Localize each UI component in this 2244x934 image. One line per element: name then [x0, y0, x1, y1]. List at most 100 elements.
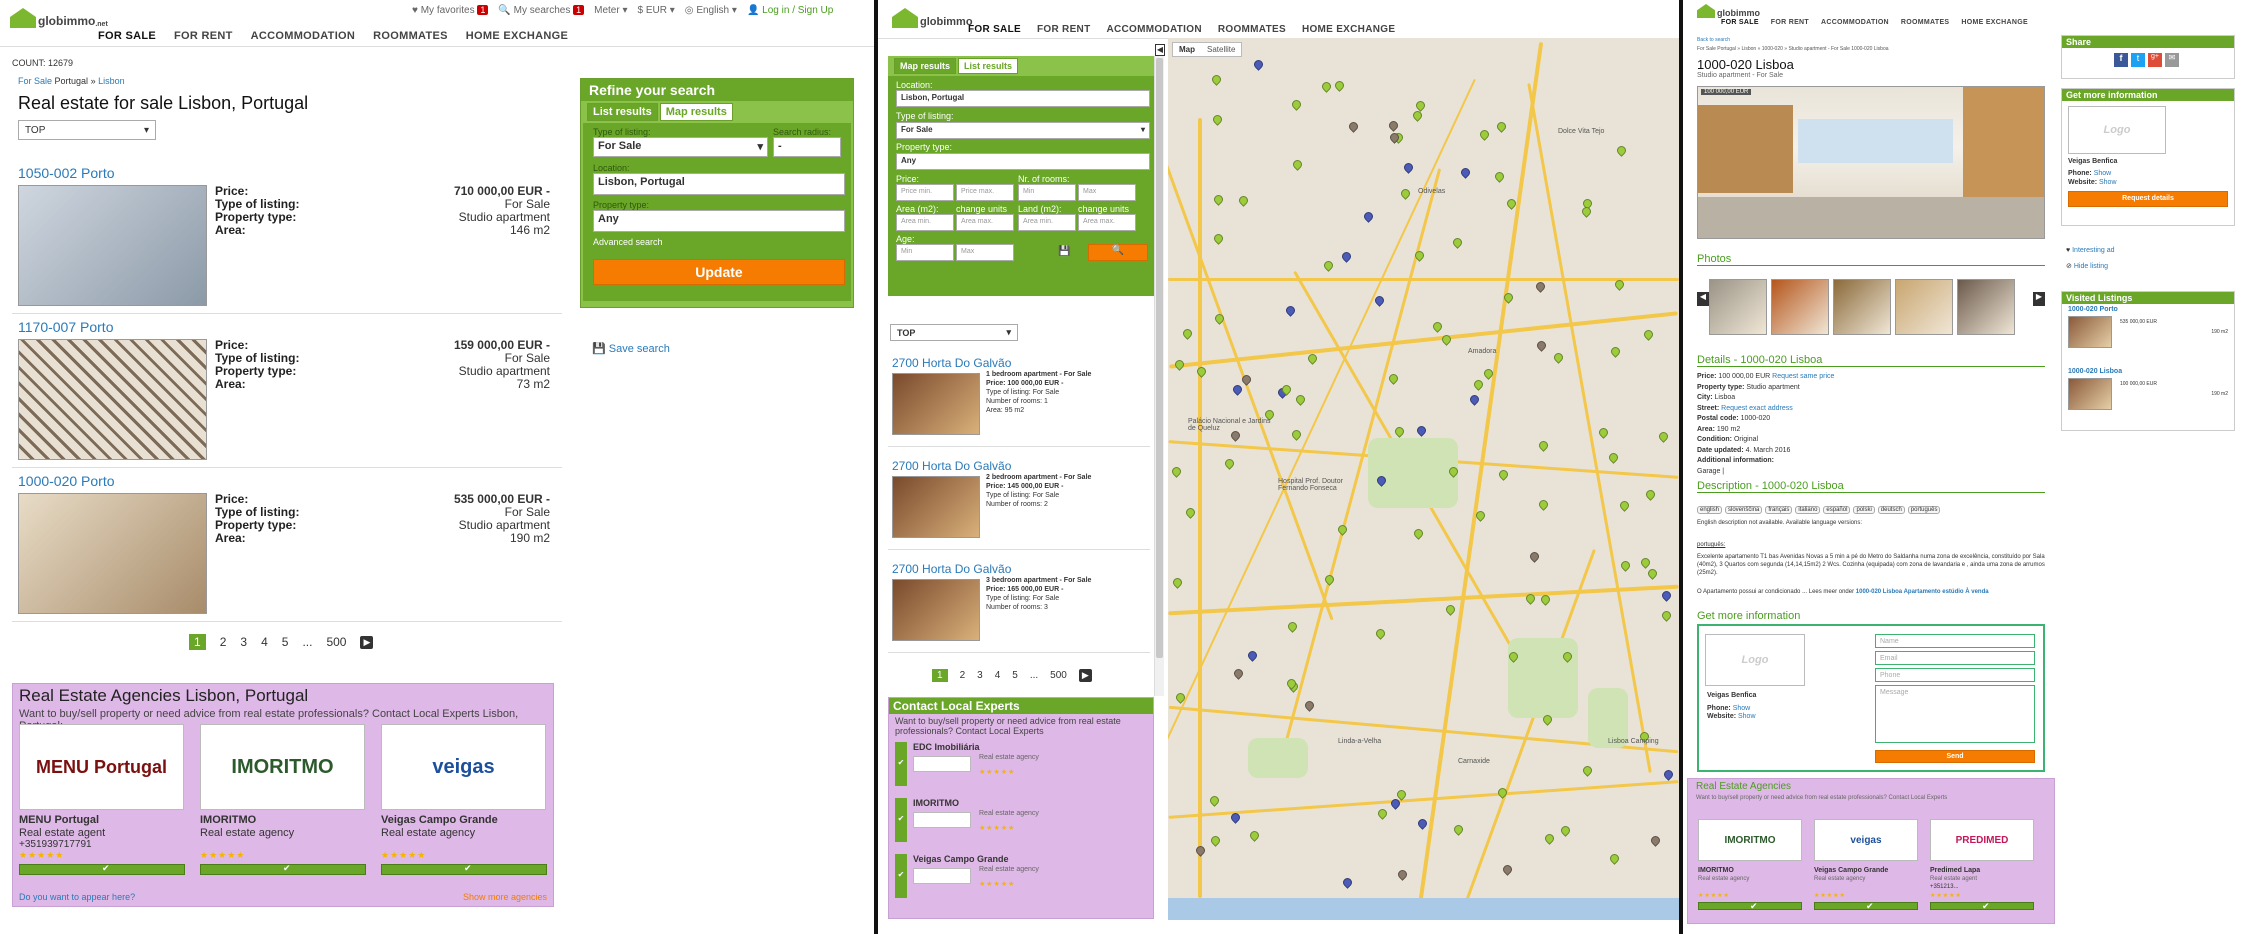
- map-marker-icon[interactable]: [1534, 280, 1547, 294]
- map-marker-icon[interactable]: [1649, 834, 1662, 848]
- page-1[interactable]: 1: [189, 634, 206, 650]
- map-marker-icon[interactable]: [1248, 829, 1261, 843]
- age-max-input[interactable]: Max: [956, 244, 1014, 261]
- map-marker-icon[interactable]: [1411, 109, 1424, 123]
- next-page-icon[interactable]: ▶: [1078, 669, 1092, 682]
- map-marker-icon[interactable]: [1608, 852, 1621, 866]
- carousel-next-icon[interactable]: ▶: [2033, 292, 2045, 306]
- map-marker-icon[interactable]: [1374, 627, 1387, 641]
- tab-map-results[interactable]: Map results: [894, 58, 957, 74]
- map-marker-icon[interactable]: [1285, 677, 1298, 691]
- nav-for-rent[interactable]: FOR RENT: [1037, 24, 1091, 35]
- map-marker-icon[interactable]: [1291, 158, 1304, 172]
- map-marker-icon[interactable]: [1662, 768, 1675, 782]
- map-marker-icon[interactable]: [1223, 457, 1236, 471]
- visited-title[interactable]: 1000-020 Porto: [2068, 306, 2118, 313]
- language-tag[interactable]: slovenščina: [1725, 506, 1763, 514]
- interesting-ad-link[interactable]: ♥ Interesting ad: [2066, 246, 2115, 255]
- listing-title[interactable]: 2700 Horta Do Galvão: [892, 356, 1011, 370]
- listing-photo[interactable]: [18, 339, 207, 460]
- map-marker-icon[interactable]: [1375, 474, 1388, 488]
- area-min-input[interactable]: Area min.: [896, 214, 954, 231]
- nav-home-exchange[interactable]: HOME EXCHANGE: [466, 30, 568, 42]
- map-marker-icon[interactable]: [1213, 312, 1226, 326]
- map-marker-icon[interactable]: [1402, 161, 1415, 175]
- map-marker-icon[interactable]: [1229, 811, 1242, 825]
- map-marker-icon[interactable]: [1644, 488, 1657, 502]
- map-marker-icon[interactable]: [1615, 144, 1628, 158]
- show-website-link[interactable]: Show: [1738, 713, 1756, 720]
- price-max-input[interactable]: Price max.: [956, 184, 1014, 201]
- map-marker-icon[interactable]: [1607, 451, 1620, 465]
- list-scrollbar[interactable]: [1154, 56, 1164, 696]
- agency-select-bar[interactable]: [1930, 901, 2034, 912]
- map-marker-icon[interactable]: [1452, 823, 1465, 837]
- page-1[interactable]: 1: [932, 669, 948, 682]
- map-marker-icon[interactable]: [1537, 498, 1550, 512]
- photo-thumb[interactable]: [1895, 279, 1953, 335]
- tab-map-results[interactable]: Map results: [659, 103, 733, 121]
- site-logo[interactable]: globimmo .net: [10, 8, 108, 28]
- map-marker-icon[interactable]: [1619, 559, 1632, 573]
- map-marker-icon[interactable]: [1280, 383, 1293, 397]
- map-marker-icon[interactable]: [1552, 351, 1565, 365]
- map-marker-icon[interactable]: [1322, 259, 1335, 273]
- listing-title[interactable]: 1050-002 Porto: [18, 165, 115, 181]
- land-max-input[interactable]: Area max.: [1078, 214, 1136, 231]
- save-icon[interactable]: 💾: [1058, 246, 1070, 257]
- map-marker-icon[interactable]: [1240, 373, 1253, 387]
- map-marker-icon[interactable]: [1646, 567, 1659, 581]
- rooms-min-input[interactable]: Min: [1018, 184, 1076, 201]
- sort-select[interactable]: TOP ▾: [890, 324, 1018, 341]
- agency-logo[interactable]: veigas: [381, 724, 546, 810]
- side-show-phone-link[interactable]: Show: [2094, 170, 2112, 177]
- map-marker-icon[interactable]: [1387, 372, 1400, 386]
- map-marker-icon[interactable]: [1440, 333, 1453, 347]
- message-field[interactable]: Message: [1875, 685, 2035, 743]
- photo-thumb[interactable]: [1709, 279, 1767, 335]
- visited-photo[interactable]: [2068, 378, 2112, 410]
- listing-title[interactable]: 1000-020 Porto: [18, 473, 115, 489]
- email-share-icon[interactable]: ✉: [2165, 53, 2179, 67]
- map-marker-icon[interactable]: [1171, 576, 1184, 590]
- name-field[interactable]: Name: [1875, 634, 2035, 648]
- map-marker-icon[interactable]: [1581, 764, 1594, 778]
- sort-select[interactable]: TOP ▾: [18, 120, 156, 140]
- map-marker-icon[interactable]: [1210, 73, 1223, 87]
- location-input[interactable]: Lisbon, Portugal: [593, 173, 845, 195]
- unit-select[interactable]: Meter ▾: [594, 5, 627, 16]
- listing-title[interactable]: 2700 Horta Do Galvão: [892, 459, 1011, 473]
- send-button[interactable]: Send: [1875, 750, 2035, 763]
- language-tag[interactable]: español: [1823, 506, 1851, 514]
- area-max-input[interactable]: Area max.: [956, 214, 1014, 231]
- map-marker-icon[interactable]: [1660, 609, 1673, 623]
- map-marker-icon[interactable]: [1609, 345, 1622, 359]
- map-marker-icon[interactable]: [1396, 868, 1409, 882]
- nav-accommodation[interactable]: ACCOMMODATION: [1821, 19, 1889, 26]
- site-logo[interactable]: globimmo: [892, 8, 973, 28]
- map-marker-icon[interactable]: [1524, 592, 1537, 606]
- map-marker-icon[interactable]: [1597, 426, 1610, 440]
- map-marker-icon[interactable]: [1657, 430, 1670, 444]
- language-tag[interactable]: english: [1697, 506, 1723, 514]
- agency-select-bar[interactable]: [200, 863, 366, 875]
- map-view[interactable]: Map Satellite Amadora Odivelas Carnaxide Li…: [1168, 38, 1679, 920]
- language-tag[interactable]: français: [1765, 506, 1793, 514]
- nav-for-sale[interactable]: FOR SALE: [1721, 19, 1759, 26]
- page-4[interactable]: 4: [261, 635, 268, 649]
- nav-accommodation[interactable]: ACCOMMODATION: [251, 30, 356, 42]
- map-marker-icon[interactable]: [1333, 79, 1346, 93]
- agency-select-bar[interactable]: [1814, 901, 1918, 912]
- map-marker-icon[interactable]: [1323, 573, 1336, 587]
- map-marker-icon[interactable]: [1347, 120, 1360, 134]
- change-units-link-2[interactable]: change units: [1078, 204, 1129, 214]
- listing-title[interactable]: 1170-007 Porto: [18, 319, 113, 335]
- expert-checkbox-bar[interactable]: ✔: [895, 854, 907, 898]
- searches-link[interactable]: 🔍 My searches 1: [498, 5, 585, 16]
- detail-link[interactable]: Request same price: [1772, 373, 1834, 380]
- listing-photo[interactable]: [18, 493, 207, 614]
- photo-thumb[interactable]: [1833, 279, 1891, 335]
- location-input[interactable]: Lisbon, Portugal: [896, 90, 1150, 107]
- map-marker-icon[interactable]: [1376, 807, 1389, 821]
- map-marker-icon[interactable]: [1399, 187, 1412, 201]
